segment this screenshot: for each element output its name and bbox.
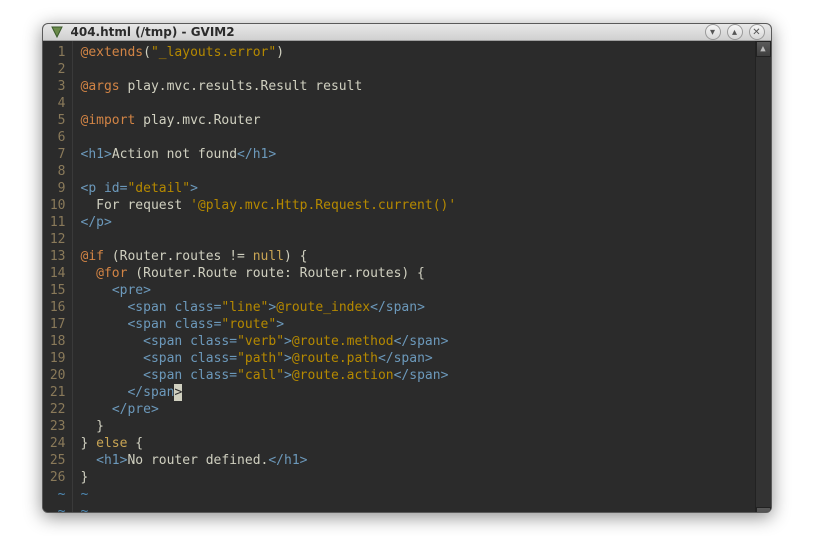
line-number: 17 bbox=[43, 316, 66, 333]
line-number: 6 bbox=[43, 129, 66, 146]
code-line[interactable]: @import play.mvc.Router bbox=[81, 112, 755, 129]
editor-body: 1234567891011121314151617181920212223242… bbox=[43, 41, 771, 513]
code-line[interactable] bbox=[81, 129, 755, 146]
line-number: 19 bbox=[43, 350, 66, 367]
code-line[interactable]: ~ bbox=[81, 486, 755, 503]
line-number: 12 bbox=[43, 231, 66, 248]
code-line[interactable]: @if (Router.routes != null) { bbox=[81, 248, 755, 265]
vertical-scrollbar[interactable]: ▲ ▼ bbox=[755, 41, 771, 513]
line-number: 25 bbox=[43, 452, 66, 469]
code-line[interactable] bbox=[81, 95, 755, 112]
line-number: 4 bbox=[43, 95, 66, 112]
empty-line-tilde: ~ bbox=[43, 503, 66, 513]
editor-window: 404.html (/tmp) - GVIM2 ▾ ▴ ✕ 1234567891… bbox=[42, 23, 772, 513]
code-line[interactable]: <span class="line">@route_index</span> bbox=[81, 299, 755, 316]
code-line[interactable]: <p id="detail"> bbox=[81, 180, 755, 197]
line-number: 21 bbox=[43, 384, 66, 401]
code-line[interactable]: } else { bbox=[81, 435, 755, 452]
line-number: 10 bbox=[43, 197, 66, 214]
scroll-up-button[interactable]: ▲ bbox=[756, 41, 771, 57]
titlebar[interactable]: 404.html (/tmp) - GVIM2 ▾ ▴ ✕ bbox=[43, 24, 771, 41]
line-number: 9 bbox=[43, 180, 66, 197]
maximize-button[interactable]: ▴ bbox=[727, 24, 743, 40]
empty-line-tilde: ~ bbox=[43, 486, 66, 503]
line-number: 5 bbox=[43, 112, 66, 129]
line-number-gutter: 1234567891011121314151617181920212223242… bbox=[43, 41, 73, 513]
line-number: 26 bbox=[43, 469, 66, 486]
code-area[interactable]: @extends("_layouts.error") @args play.mvc… bbox=[73, 41, 755, 513]
line-number: 3 bbox=[43, 78, 66, 95]
minimize-button[interactable]: ▾ bbox=[705, 24, 721, 40]
line-number: 22 bbox=[43, 401, 66, 418]
line-number: 23 bbox=[43, 418, 66, 435]
line-number: 14 bbox=[43, 265, 66, 282]
cursor: > bbox=[174, 384, 182, 401]
line-number: 2 bbox=[43, 61, 66, 78]
code-line[interactable]: @args play.mvc.results.Result result bbox=[81, 78, 755, 95]
app-icon bbox=[49, 24, 65, 40]
code-line[interactable]: <span class="call">@route.action</span> bbox=[81, 367, 755, 384]
code-line[interactable]: </pre> bbox=[81, 401, 755, 418]
code-line[interactable] bbox=[81, 163, 755, 180]
close-button[interactable]: ✕ bbox=[749, 24, 765, 40]
line-number: 16 bbox=[43, 299, 66, 316]
code-line[interactable]: <span class="path">@route.path</span> bbox=[81, 350, 755, 367]
window-title: 404.html (/tmp) - GVIM2 bbox=[71, 25, 235, 39]
line-number: 13 bbox=[43, 248, 66, 265]
line-number: 20 bbox=[43, 367, 66, 384]
line-number: 18 bbox=[43, 333, 66, 350]
scroll-down-button[interactable]: ▼ bbox=[756, 507, 771, 513]
line-number: 8 bbox=[43, 163, 66, 180]
code-line[interactable]: } bbox=[81, 418, 755, 435]
line-number: 1 bbox=[43, 44, 66, 61]
line-number: 11 bbox=[43, 214, 66, 231]
code-line[interactable]: <span class="verb">@route.method</span> bbox=[81, 333, 755, 350]
line-number: 15 bbox=[43, 282, 66, 299]
code-line[interactable] bbox=[81, 61, 755, 78]
code-line[interactable]: <h1>Action not found</h1> bbox=[81, 146, 755, 163]
code-line[interactable]: For request '@play.mvc.Http.Request.curr… bbox=[81, 197, 755, 214]
code-line[interactable]: ~ bbox=[81, 503, 755, 513]
code-line[interactable]: <span class="route"> bbox=[81, 316, 755, 333]
line-number: 7 bbox=[43, 146, 66, 163]
line-number: 24 bbox=[43, 435, 66, 452]
code-line[interactable]: } bbox=[81, 469, 755, 486]
code-line[interactable]: </p> bbox=[81, 214, 755, 231]
scrollbar-track[interactable] bbox=[756, 57, 771, 507]
code-line[interactable]: @extends("_layouts.error") bbox=[81, 44, 755, 61]
code-line[interactable]: <h1>No router defined.</h1> bbox=[81, 452, 755, 469]
code-line[interactable]: </span> bbox=[81, 384, 755, 401]
code-line[interactable]: <pre> bbox=[81, 282, 755, 299]
editor-area[interactable]: 1234567891011121314151617181920212223242… bbox=[43, 41, 755, 513]
code-line[interactable]: @for (Router.Route route: Router.routes)… bbox=[81, 265, 755, 282]
code-line[interactable] bbox=[81, 231, 755, 248]
